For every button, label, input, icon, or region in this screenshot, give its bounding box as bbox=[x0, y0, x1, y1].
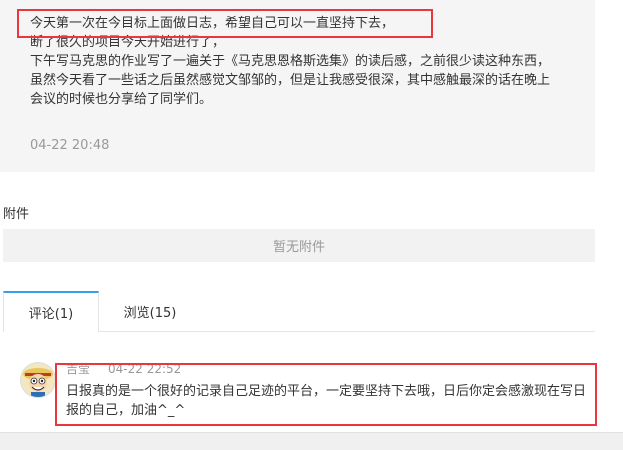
log-line: 下午写马克思的作业写了一遍关于《马克思恩格斯选集》的读后感，之前很少读这种东西， bbox=[30, 54, 551, 69]
comment-author[interactable]: 吉莹 bbox=[66, 362, 90, 376]
tab-comments[interactable]: 评论(1) bbox=[3, 291, 99, 332]
log-timestamp: 04-22 20:48 bbox=[30, 138, 110, 153]
log-line: 今天第一次在今目标上面做日志，希望自己可以一直坚持下去， bbox=[30, 16, 395, 31]
tab-views-label: 浏览(15) bbox=[123, 305, 177, 321]
attachments-empty: 暂无附件 bbox=[3, 229, 595, 262]
log-line: 虽然今天看了一些话之后虽然感觉文邹邹的，但是让我感受很深，其中感触最深的话在晚上 bbox=[30, 73, 551, 88]
log-card: 今天第一次在今目标上面做日志，希望自己可以一直坚持下去， 断了很久的项目今天开始… bbox=[0, 0, 595, 172]
comment-tabs: 评论(1) 浏览(15) bbox=[3, 291, 595, 332]
comment-meta: 吉莹 04-22 22:52 bbox=[66, 360, 181, 377]
attachments-empty-text: 暂无附件 bbox=[272, 240, 325, 255]
attachments-title: 附件 bbox=[3, 207, 30, 222]
tab-views[interactable]: 浏览(15) bbox=[100, 291, 200, 331]
log-content: 今天第一次在今目标上面做日志，希望自己可以一直坚持下去， 断了很久的项目今天开始… bbox=[30, 14, 590, 109]
comment-item: 吉莹 04-22 22:52 日报真的是一个很好的记录自己足迹的平台，一定要坚持下… bbox=[0, 355, 610, 425]
comment-text: 日报真的是一个很好的记录自己足迹的平台，一定要坚持下去哦，日后你定会感激现在写日… bbox=[66, 384, 587, 418]
bottom-bar bbox=[0, 432, 623, 450]
tab-comments-label: 评论(1) bbox=[28, 307, 74, 322]
log-line: 会议的时候也分享给了同学们。 bbox=[30, 92, 213, 107]
comment-time: 04-22 22:52 bbox=[108, 362, 182, 376]
log-line: 断了很久的项目今天开始进行了， bbox=[30, 35, 226, 50]
avatar-cartoon-icon[interactable] bbox=[20, 362, 56, 398]
